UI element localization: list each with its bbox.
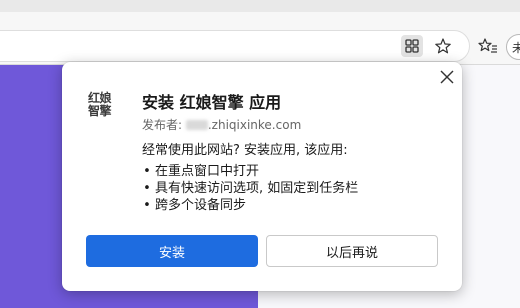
browser-toolbar: 未 <box>0 22 520 64</box>
feature-list: • 在重点窗口中打开 • 具有快速访问选项, 如固定到任务栏 • 跨多个设备同步 <box>142 163 358 214</box>
publisher-domain: .zhiqixinke.com <box>207 118 302 132</box>
close-icon[interactable] <box>438 68 456 86</box>
favorites-icon[interactable] <box>478 36 498 56</box>
install-question: 经常使用此网站? 安装应用, 该应用: <box>142 143 348 158</box>
star-icon[interactable] <box>433 36 453 56</box>
publisher-label: 发布者: <box>142 118 186 132</box>
active-tab-edge <box>0 12 520 22</box>
apps-grid-icon[interactable] <box>401 35 423 57</box>
dialog-title: 安装 红娘智擎 应用 <box>142 93 282 112</box>
publisher-redacted <box>185 120 208 130</box>
tab-strip <box>0 0 520 22</box>
app-logo: 红娘 智擎 <box>88 92 116 122</box>
address-bar[interactable] <box>0 30 470 62</box>
profile-initial: 未 <box>512 40 520 55</box>
publisher-line: 发布者: .zhiqixinke.com <box>142 116 301 133</box>
feature-text: 在重点窗口中打开 <box>155 164 260 179</box>
list-item: • 跨多个设备同步 <box>142 197 358 214</box>
feature-text: 跨多个设备同步 <box>155 198 247 213</box>
list-item: • 在重点窗口中打开 <box>142 163 358 180</box>
install-button[interactable]: 安装 <box>86 235 258 267</box>
app-logo-line2: 智擎 <box>88 104 112 118</box>
list-item: • 具有快速访问选项, 如固定到任务栏 <box>142 180 358 197</box>
bullet-icon: • <box>143 181 151 196</box>
profile-button[interactable]: 未 <box>506 34 520 60</box>
install-app-dialog: 红娘 智擎 安装 红娘智擎 应用 发布者: .zhiqixinke.com 经常… <box>62 62 462 291</box>
feature-text: 具有快速访问选项, 如固定到任务栏 <box>155 181 359 196</box>
later-button[interactable]: 以后再说 <box>266 235 438 267</box>
bullet-icon: • <box>143 198 151 213</box>
bullet-icon: • <box>143 164 151 179</box>
